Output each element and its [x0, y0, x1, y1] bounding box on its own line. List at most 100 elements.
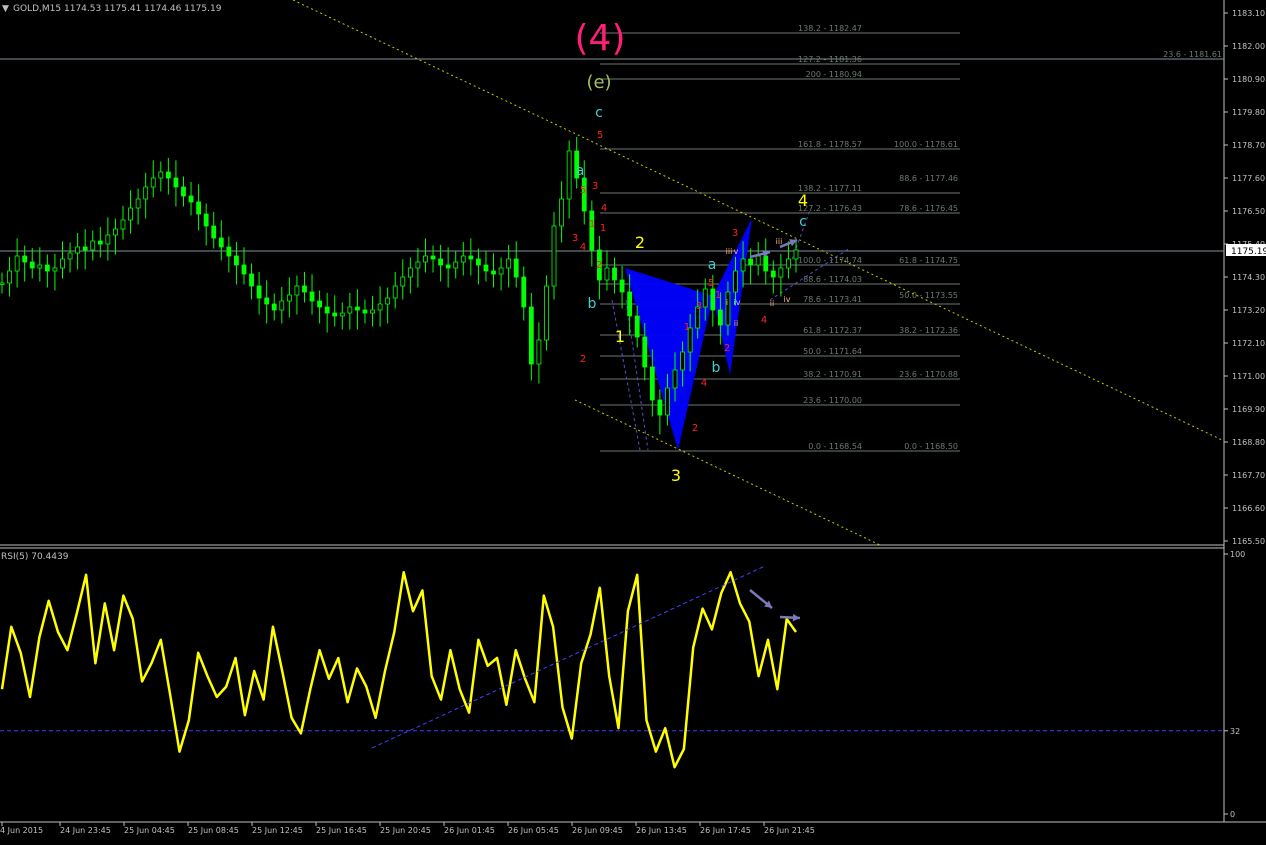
wave-label-r1d: 1	[715, 290, 721, 301]
current-price-label: 1175.19	[1231, 247, 1266, 257]
wave-label-a_left: a	[576, 163, 585, 179]
fib-level-label: 61.8 - 1174.75	[899, 256, 958, 265]
price-bar-body	[725, 291, 731, 326]
price-bar-body	[135, 198, 141, 209]
price-bar-body	[218, 237, 224, 248]
price-bar-body	[370, 309, 375, 314]
price-bar-body	[566, 150, 572, 200]
fib-level-label: 50.0 - 1173.55	[899, 291, 958, 300]
fib-level-label: 38.2 - 1170.91	[803, 370, 862, 379]
price-bar-body	[445, 264, 451, 269]
price-bar-body	[733, 270, 738, 293]
price-bar-body	[793, 249, 799, 260]
price-bar-body	[82, 246, 88, 251]
price-bar-body	[528, 306, 534, 365]
rsi-title: RSI(5) 70.4439	[1, 552, 69, 562]
wave-label-iii_a: iii	[726, 247, 733, 256]
price-bar-body	[385, 297, 391, 305]
wave-label-r1c: 1	[684, 322, 690, 333]
price-bar-body	[256, 285, 262, 299]
price-bar-body	[475, 258, 481, 266]
fib-level-label: 23.6 - 1170.00	[803, 396, 862, 405]
price-tick-label: 1180.90	[1232, 75, 1265, 84]
price-tick-label: 1171.00	[1232, 372, 1265, 381]
time-tick-label: 24 Jun 23:45	[60, 826, 111, 835]
wave-label-r4b: 4	[580, 242, 586, 253]
price-tick-label: 1178.70	[1232, 141, 1265, 150]
price-bar-body	[649, 366, 655, 401]
price-bar-body	[294, 285, 300, 296]
price-bar-body	[506, 258, 512, 269]
price-bar-body	[740, 258, 746, 272]
price-bar-body	[302, 285, 307, 293]
price-bar-body	[188, 195, 194, 203]
price-bar-body	[521, 276, 527, 308]
price-bar-body	[460, 255, 466, 263]
wave-label-r5c: 5	[708, 278, 714, 289]
price-bar-body	[680, 351, 685, 371]
price-bar-body	[249, 273, 254, 287]
price-bar-body	[544, 285, 549, 341]
price-bar-body	[778, 267, 784, 278]
price-bar-body	[29, 261, 35, 269]
wave-label-b_left: b	[588, 296, 597, 312]
price-bar-body	[181, 186, 186, 197]
price-bar-body	[324, 306, 330, 314]
fib-level-label: 88.6 - 1177.46	[899, 174, 958, 183]
price-tick-label: 1173.20	[1232, 306, 1265, 315]
pattern-triangle-xab	[625, 268, 713, 450]
price-tick-label: 1166.60	[1232, 504, 1265, 513]
price-bar-body	[52, 267, 58, 272]
wave-label-iii_b: iii	[776, 237, 783, 246]
price-bar-body	[491, 270, 496, 275]
wave-label-r3d: 3	[732, 228, 738, 239]
wave-label-ii_b: ii	[770, 299, 774, 308]
price-bar-body	[604, 267, 610, 281]
price-bar-body	[483, 264, 489, 272]
fib-level-label: 138.2 - 1182.47	[798, 24, 862, 33]
price-tick-label: 1165.50	[1232, 537, 1265, 546]
wave-label-r4d: 4	[761, 315, 767, 326]
price-bar-body	[75, 246, 81, 254]
wave-label-iv_b: iv	[784, 295, 791, 304]
price-bar-body	[196, 201, 202, 215]
fib-level-label: 61.8 - 1172.37	[803, 326, 862, 335]
price-bar-body	[339, 312, 345, 317]
price-bar-body	[211, 225, 217, 239]
price-bar-body	[355, 306, 360, 311]
price-tick-label: 1176.50	[1232, 207, 1265, 216]
time-tick-label: 26 Jun 05:45	[508, 826, 559, 835]
time-tick-label: 25 Jun 16:45	[316, 826, 367, 835]
wave-label-w4_big: (4)	[575, 18, 626, 59]
price-bar-body	[438, 258, 443, 266]
price-bar-body	[642, 336, 648, 368]
wave-label-n1: 1	[615, 327, 625, 346]
wave-label-r1a: 1	[589, 219, 595, 230]
price-bar-body	[619, 279, 625, 293]
wave-label-b_mid: b	[712, 360, 721, 376]
price-bar-body	[377, 303, 383, 311]
time-tick-label: 26 Jun 01:45	[444, 826, 495, 835]
wave-label-c_right: c	[799, 214, 807, 230]
wave-label-r3b: 3	[572, 233, 578, 244]
price-bar-body	[90, 240, 96, 251]
price-bar-body	[468, 255, 474, 260]
price-bar-body	[400, 276, 406, 287]
fibonacci-levels: 138.2 - 1182.47 127.2 - 1181.36 200 - 1180…	[600, 24, 1222, 452]
channel-upper-line	[292, 0, 1223, 441]
wave-label-v_a: v	[734, 247, 739, 256]
fib-level-label: 50.0 - 1171.64	[803, 347, 862, 356]
price-bar-body	[559, 198, 564, 227]
wave-label-r4c: 4	[701, 378, 707, 389]
price-bar-body	[672, 369, 678, 389]
price-bar-body	[97, 240, 103, 245]
wave-label-a_mid: a	[708, 257, 717, 273]
price-bar-body	[786, 258, 791, 269]
fib-level-label: 0.0 - 1168.54	[808, 442, 862, 451]
price-bar-body	[536, 339, 542, 365]
price-bar-body	[407, 267, 413, 278]
price-bar-body	[763, 255, 769, 272]
price-bar-body	[286, 294, 292, 302]
price-bar-body	[120, 219, 126, 230]
wave-label-r4a: 4	[601, 203, 607, 214]
